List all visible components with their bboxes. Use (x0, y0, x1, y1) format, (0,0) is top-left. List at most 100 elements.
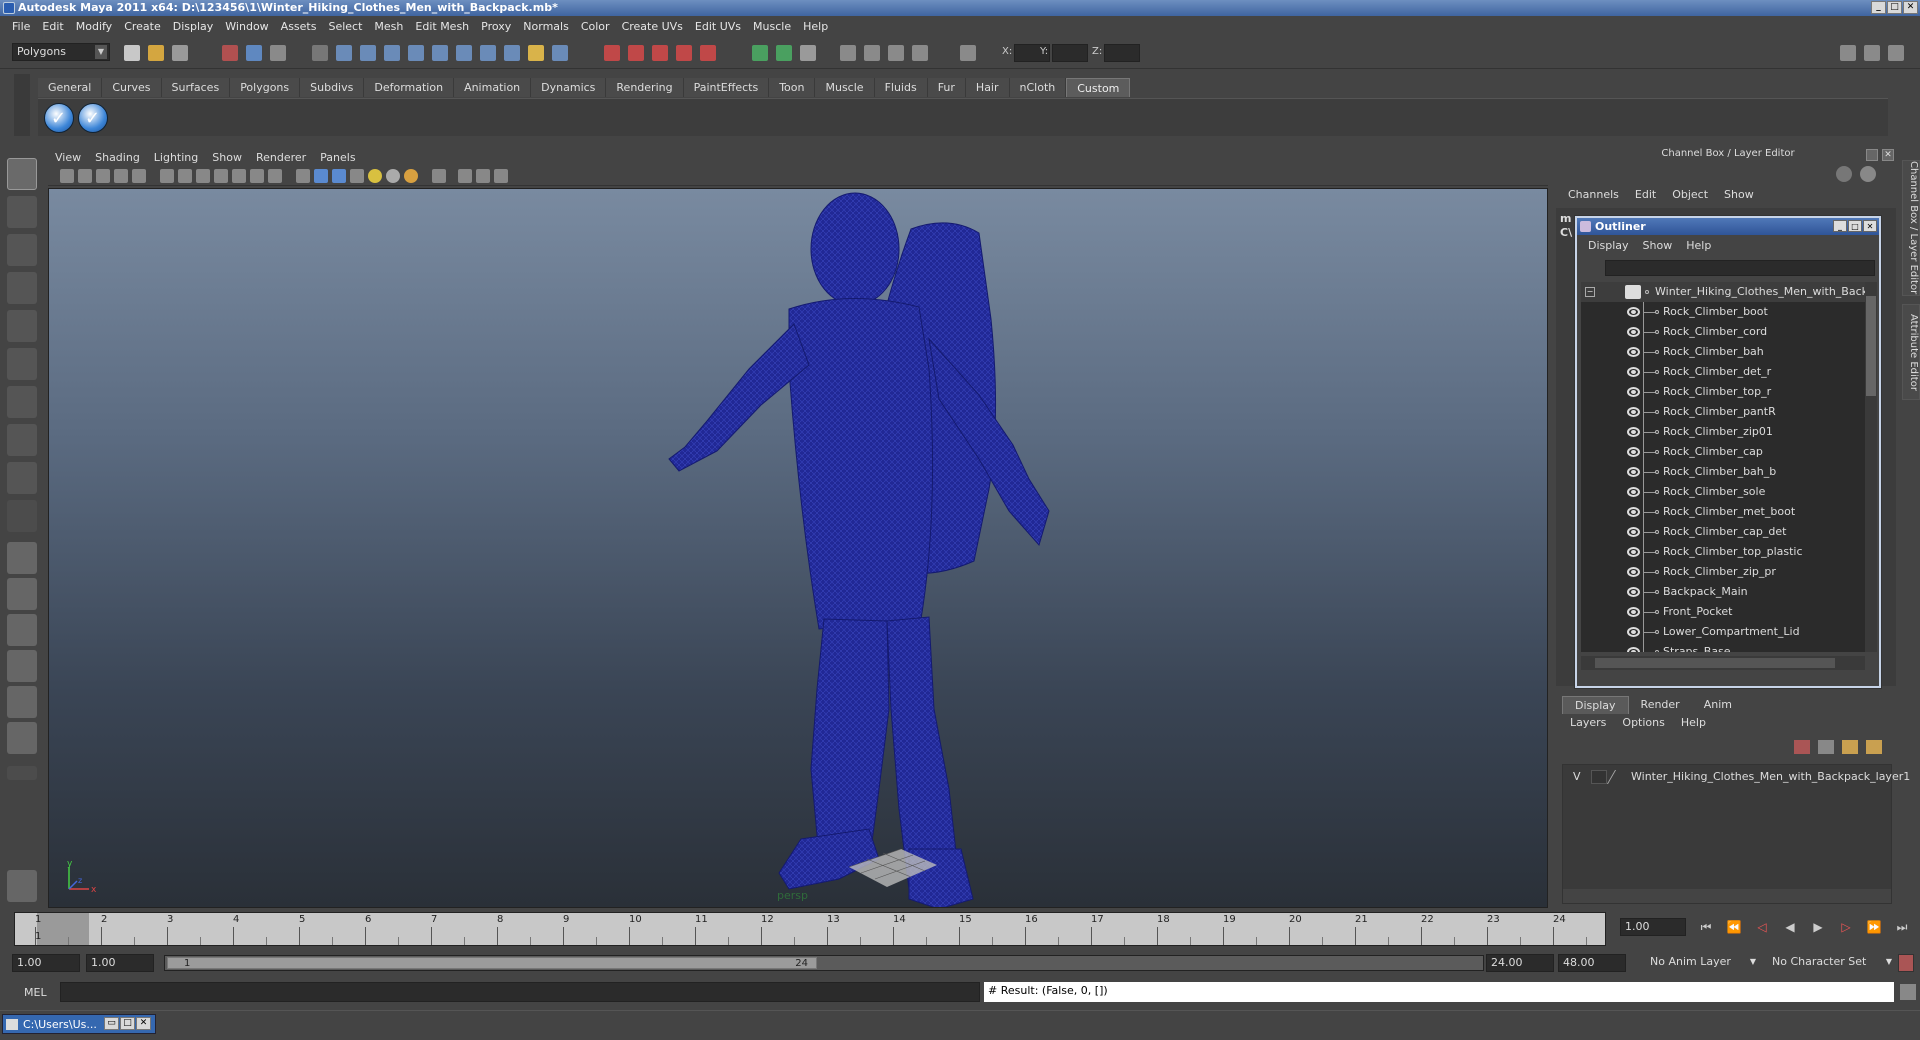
shelf-tab-surfaces[interactable]: Surfaces (161, 78, 231, 97)
shelf-tab-rendering[interactable]: Rendering (606, 78, 684, 97)
viewport-menu-shading[interactable]: Shading (88, 151, 147, 164)
surfaces-mask-icon[interactable] (408, 45, 424, 61)
save-scene-icon[interactable] (172, 45, 188, 61)
universal-manipulator-icon[interactable] (7, 386, 37, 418)
backface-culling-icon[interactable] (494, 169, 508, 183)
resolution-gate-icon[interactable] (196, 169, 210, 183)
layer-tab-render[interactable]: Render (1629, 696, 1692, 714)
isolate-select-icon[interactable] (432, 169, 446, 183)
list-item[interactable]: Rock_Climber_cord (1581, 322, 1865, 342)
paint-select-tool-icon[interactable] (7, 234, 37, 266)
outliner-menu-help[interactable]: Help (1679, 239, 1718, 252)
anim-layer-select[interactable]: No Anim Layer ▼ (1646, 954, 1758, 972)
layer-tab-anim[interactable]: Anim (1692, 696, 1744, 714)
menu-select[interactable]: Select (322, 20, 368, 33)
menu-edit[interactable]: Edit (36, 20, 69, 33)
render-current-icon[interactable] (864, 45, 880, 61)
layer-menu-help[interactable]: Help (1673, 716, 1714, 734)
list-item[interactable]: Rock_Climber_zip_pr (1581, 562, 1865, 582)
channel-box-settings-icon[interactable] (1860, 166, 1876, 182)
wireframe-icon[interactable] (296, 169, 310, 183)
grid-icon[interactable] (160, 169, 174, 183)
handles-mask-icon[interactable] (336, 45, 352, 61)
textured-icon[interactable] (350, 169, 364, 183)
move-tool-icon[interactable] (7, 272, 37, 304)
bookmarks-icon[interactable] (96, 169, 110, 183)
layer-menu-options[interactable]: Options (1614, 716, 1672, 734)
list-item[interactable]: Lower_Compartment_Lid (1581, 622, 1865, 642)
channel-menu-object[interactable]: Object (1664, 188, 1716, 206)
list-item[interactable]: Rock_Climber_cap_det (1581, 522, 1865, 542)
soft-mod-tool-icon[interactable] (7, 424, 37, 456)
step-forward-frame-icon[interactable]: ▷ (1834, 918, 1858, 936)
time-slider[interactable]: 1 2 3 4 5 6 7 8 9 10 11 12 13 14 15 16 1… (14, 912, 1606, 946)
shelf-tab-ncloth[interactable]: nCloth (1009, 78, 1067, 97)
script-editor-icon[interactable] (7, 870, 37, 902)
menu-mesh[interactable]: Mesh (368, 20, 409, 33)
list-item[interactable]: Rock_Climber_sole (1581, 482, 1865, 502)
default-light-icon[interactable] (404, 169, 418, 183)
new-scene-icon[interactable] (124, 45, 140, 61)
layer-row[interactable]: V Winter_Hiking_Clothes_Men_with_Backpac… (1567, 768, 1910, 786)
construction-history-icon[interactable] (800, 45, 816, 61)
script-editor-icon[interactable] (1900, 984, 1916, 1000)
menu-assets[interactable]: Assets (275, 20, 323, 33)
select-component-icon[interactable] (270, 45, 286, 61)
command-input[interactable] (60, 982, 980, 1002)
step-forward-key-icon[interactable]: ⏩ (1862, 918, 1886, 936)
snap-point-icon[interactable] (652, 45, 668, 61)
joints-mask-icon[interactable] (360, 45, 376, 61)
misc-mask-icon[interactable] (504, 45, 520, 61)
viewport-menu-renderer[interactable]: Renderer (249, 151, 313, 164)
range-slider-thumb[interactable]: 1 24 (167, 957, 817, 969)
camera-attributes-icon[interactable] (78, 169, 92, 183)
viewport-menu-view[interactable]: View (48, 151, 88, 164)
persp-hypershade-layout-icon[interactable] (7, 686, 37, 718)
outliner-horizontal-scrollbar[interactable] (1581, 656, 1865, 670)
layer-tab-display[interactable]: Display (1562, 696, 1629, 714)
show-channel-box-icon[interactable] (1888, 45, 1904, 61)
gate-mask-icon[interactable] (214, 169, 228, 183)
close-panel-icon[interactable]: ✕ (1882, 149, 1894, 161)
film-gate-icon[interactable] (178, 169, 192, 183)
float-panel-icon[interactable] (1866, 149, 1878, 161)
lock-icon[interactable] (528, 45, 544, 61)
new-layer-icon[interactable] (1842, 740, 1858, 754)
outliner-vertical-scrollbar[interactable] (1865, 282, 1877, 652)
list-item[interactable]: Rock_Climber_top_r (1581, 382, 1865, 402)
character-set-select[interactable]: No Character Set ▼ (1768, 954, 1894, 972)
menu-color[interactable]: Color (575, 20, 616, 33)
outliner-title-bar[interactable]: Outliner _ □ ✕ (1577, 218, 1879, 235)
menu-modify[interactable]: Modify (70, 20, 118, 33)
outliner-minimize-button[interactable]: _ (1833, 220, 1847, 232)
layer-menu-layers[interactable]: Layers (1562, 716, 1614, 734)
play-forward-icon[interactable]: ▶ (1806, 918, 1830, 936)
render-view-icon[interactable] (840, 45, 856, 61)
rotate-tool-icon[interactable] (7, 310, 37, 342)
script-language-toggle[interactable]: MEL (24, 986, 47, 999)
layer-horizontal-scrollbar[interactable] (1563, 889, 1891, 903)
show-attribute-editor-icon[interactable] (1840, 45, 1856, 61)
playback-end-field[interactable]: 24.00 (1486, 954, 1554, 972)
last-tool-icon[interactable] (7, 500, 37, 532)
list-item[interactable]: Rock_Climber_met_boot (1581, 502, 1865, 522)
output-ops-icon[interactable] (776, 45, 792, 61)
list-item[interactable]: Straps_Base (1581, 642, 1865, 652)
shelf-tab-fluids[interactable]: Fluids (874, 78, 928, 97)
field-chart-icon[interactable] (232, 169, 246, 183)
z-field[interactable] (1104, 44, 1140, 62)
scale-tool-icon[interactable] (7, 348, 37, 380)
four-view-layout-icon[interactable] (7, 578, 37, 610)
shelf-tab-toon[interactable]: Toon (769, 78, 816, 97)
open-scene-icon[interactable] (148, 45, 164, 61)
y-field[interactable] (1052, 44, 1088, 62)
list-item[interactable]: Rock_Climber_bah (1581, 342, 1865, 362)
list-item[interactable]: Rock_Climber_boot (1581, 302, 1865, 322)
show-tool-settings-icon[interactable] (1864, 45, 1880, 61)
play-backward-icon[interactable]: ◀ (1778, 918, 1802, 936)
maximize-button[interactable]: □ (1887, 1, 1902, 14)
snap-view-plane-icon[interactable] (676, 45, 692, 61)
menu-create[interactable]: Create (118, 20, 167, 33)
snap-grid-icon[interactable] (604, 45, 620, 61)
menu-display[interactable]: Display (167, 20, 220, 33)
